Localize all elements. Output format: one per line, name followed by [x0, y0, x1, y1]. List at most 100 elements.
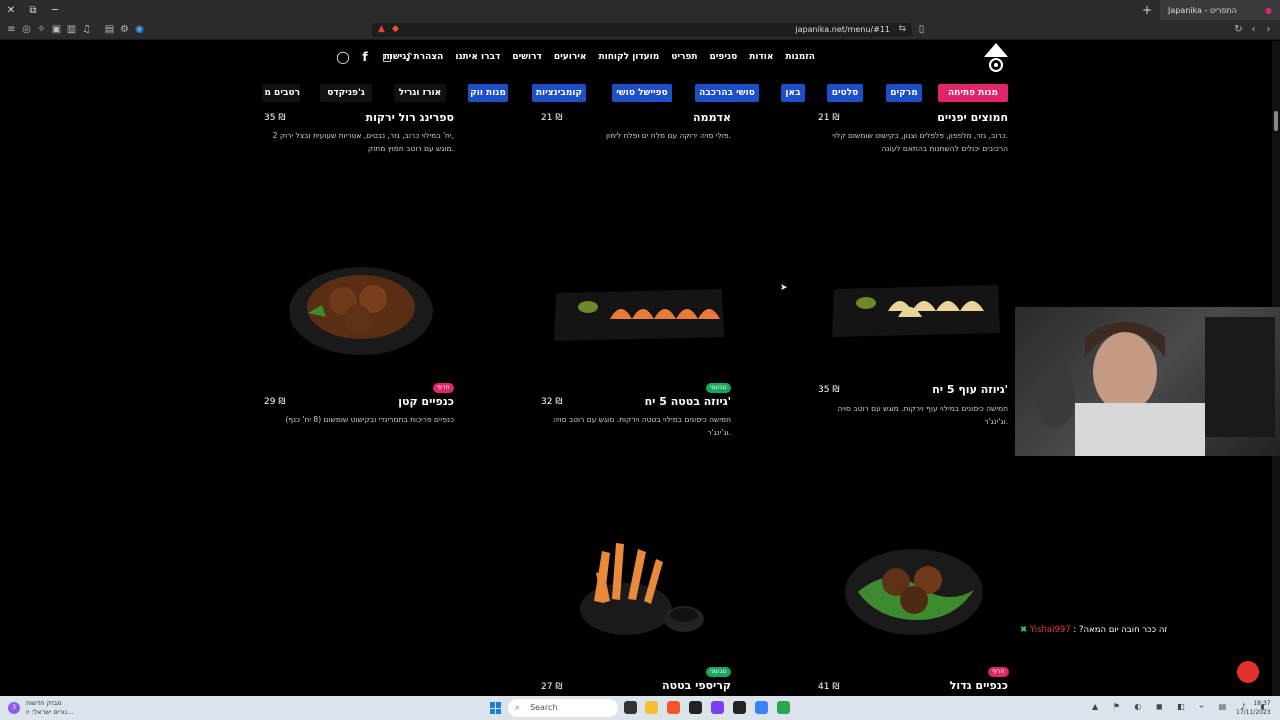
item-title: ספרינג רול ירקות: [365, 111, 454, 124]
tab-build-sushi[interactable]: סושי בהרכבה: [695, 84, 759, 102]
tab-combinations[interactable]: קומבינציות: [532, 84, 586, 102]
chat-text: ?זה ככר חובה יום המאה: [1078, 625, 1168, 635]
chat-message: ✖ Yishai997 : ?זה ככר חובה יום המאה: [1020, 625, 1167, 635]
tab-rice-grill[interactable]: אורז וגריל: [394, 84, 446, 102]
spicy-badge: חריף: [433, 383, 454, 393]
file-explorer-icon[interactable]: [645, 701, 658, 714]
item-price: 27 ₪: [541, 682, 563, 692]
item-price: 41 ₪: [818, 682, 840, 692]
settings-icon[interactable]: ⚙: [119, 24, 130, 35]
minimize-icon[interactable]: ─: [44, 5, 66, 16]
tab-japanikids[interactable]: ג'פניקדס: [320, 84, 372, 102]
shield-icon[interactable]: ◎: [21, 24, 32, 35]
audio-icon[interactable]: ◉: [134, 24, 145, 35]
start-button[interactable]: [490, 702, 502, 714]
tab-bun[interactable]: באן: [781, 84, 805, 102]
davinci-icon[interactable]: [733, 701, 746, 714]
app-icon[interactable]: [711, 701, 724, 714]
extension-icon[interactable]: ✧: [36, 24, 47, 35]
item-title: קריספי בטטה: [662, 679, 731, 692]
new-tab-icon[interactable]: +: [1142, 3, 1152, 17]
site-nav: ◯ f ◻ ♪ הזמנות אודות סניפים תפריט מועדון…: [330, 49, 1010, 65]
share-icon[interactable]: ⇆: [898, 24, 906, 34]
chat-badge-icon: ✖: [1020, 625, 1028, 635]
gyoza-chicken-image: [832, 285, 1000, 337]
nav-link-branches[interactable]: סניפים: [710, 52, 738, 62]
crispy-sweet-potato-image: [580, 543, 704, 635]
brave-shield-icon[interactable]: ◆: [392, 24, 399, 34]
vegan-badge: טבעוני: [706, 383, 731, 393]
item-desc: 2 יח' במילוי כרוב, גזר, נבטים, אטריות שע…: [272, 131, 454, 153]
bookmark-icon[interactable]: ▯: [916, 24, 927, 35]
nav-link-contact[interactable]: דברו איתנו: [455, 52, 500, 62]
webcam-person-image: [1035, 317, 1275, 456]
item-title: גיוזה בטטה 5 יח': [644, 395, 731, 408]
item-title: גיוזה עוף 5 יח': [932, 383, 1008, 396]
chat-support-button[interactable]: [1237, 661, 1259, 683]
nav-link-events[interactable]: אירועים: [554, 52, 587, 62]
obs-icon[interactable]: [689, 701, 702, 714]
tabs-icon[interactable]: ▤: [104, 24, 115, 35]
taskbar-search[interactable]: ⌕ Search: [508, 699, 618, 717]
tab-wok[interactable]: מנות ווק: [468, 84, 508, 102]
reload-icon[interactable]: ↻: [1233, 24, 1244, 35]
item-title: כנפיים קטן: [398, 395, 454, 408]
japanika-logo[interactable]: [984, 43, 1008, 73]
nav-link-orders[interactable]: הזמנות: [785, 52, 815, 62]
forward-icon[interactable]: ›: [1263, 24, 1274, 35]
maximize-icon[interactable]: ⧉: [22, 5, 44, 16]
nav-link-club[interactable]: מועדון לקוחות: [598, 52, 659, 62]
tab-starters[interactable]: מנות פתיחה: [938, 84, 1008, 102]
screenshot-icon[interactable]: ▣: [51, 24, 62, 35]
close-window-icon[interactable]: ✕: [0, 5, 22, 16]
item-price: 32 ₪: [541, 397, 563, 407]
item-title: אדממה: [693, 111, 731, 124]
back-icon[interactable]: ‹: [1248, 24, 1259, 35]
item-price: 21 ₪: [541, 113, 563, 123]
item-price: 35 ₪: [818, 385, 840, 395]
chat-colon: :: [1073, 625, 1077, 635]
warning-icon[interactable]: ▲: [378, 24, 385, 34]
nav-link-menu[interactable]: תפריט: [671, 52, 697, 62]
spicy-badge: חריף: [988, 667, 1009, 677]
search-icon: ⌕: [515, 703, 520, 712]
item-price: 35 ₪: [264, 113, 286, 123]
tab-title: Japanika - התפריט: [1168, 5, 1237, 15]
scrollbar-thumb[interactable]: [1274, 111, 1278, 131]
sidebar-icon[interactable]: ▥: [66, 24, 77, 35]
browser-toolbar: ≡ ◎ ✧ ▣ ▥ ♫ ▤ ⚙ ◉ ▲ ◆ japanika.net/menu/…: [0, 20, 1280, 40]
tab-special-sushi[interactable]: ספיישל סושי: [612, 84, 672, 102]
address-bar[interactable]: ▲ ◆ japanika.net/menu/#11 ⇆: [372, 23, 912, 37]
news-icon[interactable]: 3: [8, 702, 20, 714]
nav-links: הזמנות אודות סניפים תפריט מועדון לקוחות …: [384, 52, 815, 62]
item-title: כנפיים גדול: [949, 679, 1008, 692]
vscode-icon[interactable]: [755, 701, 768, 714]
mouse-cursor-icon: ➤: [780, 283, 788, 293]
facebook-icon[interactable]: f: [358, 50, 372, 64]
browser-tab[interactable]: Japanika - התפריט ●: [1160, 0, 1280, 20]
tab-soups[interactable]: מרקים: [886, 84, 922, 102]
webcam-overlay: [1015, 307, 1280, 456]
item-desc: פולי סויה ירוקה עם מלח ים ופלח לימון.: [605, 131, 731, 140]
menu-icon[interactable]: ≡: [6, 24, 17, 35]
windows-taskbar: 3 מבזק חדשות נורים ישראל: יו... ⌕ Search…: [0, 696, 1280, 720]
news-widget[interactable]: מבזק חדשות נורים ישראל: יו...: [26, 699, 73, 717]
brave-browser-icon[interactable]: [667, 701, 680, 714]
music-icon[interactable]: ♫: [81, 24, 92, 35]
taskbar-clock[interactable]: 18:37 17/11/2023: [1236, 699, 1271, 717]
nav-link-jobs[interactable]: דרושים: [512, 52, 542, 62]
category-tabs: מנות פתיחה מרקים סלטים באן סושי בהרכבה ס…: [262, 84, 1010, 102]
browser-titlebar: ✕ ⧉ ─ + ✕ Japanika - התפריט ●: [0, 0, 1280, 20]
url-text: japanika.net/menu/#11: [795, 25, 890, 34]
chicken-wings-small-image: [289, 267, 433, 355]
chicken-wings-large-image: [845, 549, 983, 635]
item-desc: חמישה כיסונים במילוי עוף וירקות. מוגש עם…: [837, 404, 1008, 426]
nav-link-about[interactable]: אודות: [749, 52, 773, 62]
tab-sauces[interactable]: רטבים מ: [262, 84, 300, 102]
account-icon[interactable]: ◯: [336, 50, 350, 64]
nav-link-accessibility[interactable]: הצהרת נגישות: [384, 52, 444, 62]
item-desc: כרוב, גזר, מלפפון, פלפלים וצנון, בקישוט …: [832, 131, 1008, 153]
calculator-icon[interactable]: [777, 701, 790, 714]
tab-salads[interactable]: סלטים: [827, 84, 863, 102]
task-view-icon[interactable]: [624, 701, 637, 714]
